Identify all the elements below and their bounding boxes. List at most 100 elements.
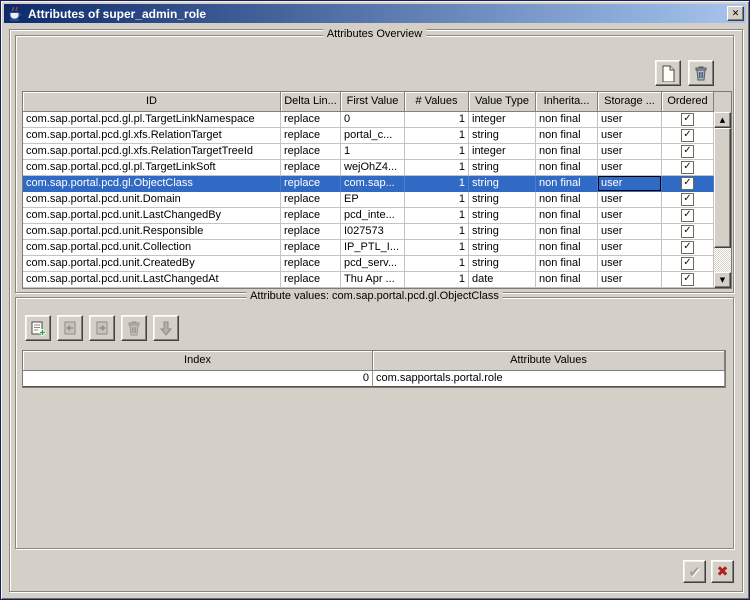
cell-delta-link: replace <box>281 192 341 208</box>
cell-ordered: ✓ <box>662 160 714 176</box>
value-forward-button <box>89 315 115 341</box>
column-header-num-values[interactable]: # Values <box>405 92 469 112</box>
ordered-checkbox[interactable]: ✓ <box>681 257 694 270</box>
cell-inheritance: non final <box>536 256 598 272</box>
table-row[interactable]: com.sap.portal.pcd.gl.xfs.RelationTarget… <box>23 128 731 144</box>
cell-inheritance: non final <box>536 160 598 176</box>
cell-value-type: string <box>469 176 536 192</box>
ordered-checkbox[interactable]: ✓ <box>681 209 694 222</box>
column-header-delta-link[interactable]: Delta Lin... <box>281 92 341 112</box>
ordered-checkbox[interactable]: ✓ <box>681 161 694 174</box>
cell-delta-link: replace <box>281 176 341 192</box>
delete-attribute-button[interactable] <box>688 60 714 86</box>
cell-id: com.sap.portal.pcd.unit.Responsible <box>23 224 281 240</box>
ordered-checkbox[interactable]: ✓ <box>681 273 694 286</box>
move-value-down-button <box>153 315 179 341</box>
cell-first-value: IP_PTL_I... <box>341 240 405 256</box>
cell-num-values: 1 <box>405 224 469 240</box>
cell-id: com.sap.portal.pcd.gl.pl.TargetLinkNames… <box>23 112 281 128</box>
ordered-checkbox[interactable]: ✓ <box>681 145 694 158</box>
ordered-checkbox[interactable]: ✓ <box>681 177 694 190</box>
scrollbar-track[interactable] <box>714 128 731 272</box>
up-arrow-icon: ▲ <box>720 116 725 124</box>
vertical-scrollbar[interactable]: ▲ ▼ <box>714 112 731 288</box>
scroll-down-button[interactable]: ▼ <box>714 272 731 288</box>
ok-button: ✔ <box>683 560 706 583</box>
column-header-inheritance[interactable]: Inherita... <box>536 92 598 112</box>
check-icon: ✓ <box>683 146 691 156</box>
window-title: Attributes of super_admin_role <box>28 7 727 21</box>
attributes-overview-group: Attributes Overview <box>15 35 734 293</box>
ordered-checkbox[interactable]: ✓ <box>681 193 694 206</box>
column-header-value-type[interactable]: Value Type <box>469 92 536 112</box>
table-row[interactable]: com.sap.portal.pcd.gl.pl.TargetLinkSoftr… <box>23 160 731 176</box>
new-attribute-button[interactable] <box>655 60 681 86</box>
check-icon: ✓ <box>683 194 691 204</box>
dialog-buttons: ✔ ✖ <box>683 560 734 583</box>
cell-ordered: ✓ <box>662 112 714 128</box>
cell-inheritance: non final <box>536 176 598 192</box>
check-icon: ✓ <box>683 162 691 172</box>
cancel-x-icon: ✖ <box>717 564 729 580</box>
values-group-title: Attribute values: com.sap.portal.pcd.gl.… <box>246 290 503 302</box>
table-row[interactable]: com.sap.portal.pcd.unit.Responsiblerepla… <box>23 224 731 240</box>
cell-num-values: 1 <box>405 192 469 208</box>
check-icon: ✓ <box>683 114 691 124</box>
column-header-ordered[interactable]: Ordered <box>662 92 714 112</box>
cell-first-value: wejOhZ4... <box>341 160 405 176</box>
column-header-storage[interactable]: Storage ... <box>598 92 662 112</box>
cell-inheritance: non final <box>536 144 598 160</box>
cell-id: com.sap.portal.pcd.gl.xfs.RelationTarget <box>23 128 281 144</box>
table-row[interactable]: com.sap.portal.pcd.unit.DomainreplaceEP1… <box>23 192 731 208</box>
cell-value-type: string <box>469 160 536 176</box>
table-header-row: IDDelta Lin...First Value# ValuesValue T… <box>23 92 731 112</box>
cell-num-values: 1 <box>405 272 469 288</box>
title-bar[interactable]: Attributes of super_admin_role ✕ <box>4 4 746 23</box>
table-row[interactable]: com.sap.portal.pcd.unit.CreatedByreplace… <box>23 256 731 272</box>
cell-storage: user <box>598 176 662 192</box>
cell-storage: user <box>598 144 662 160</box>
add-value-button[interactable] <box>25 315 51 341</box>
column-header-attribute-values[interactable]: Attribute Values <box>373 351 725 371</box>
table-row[interactable]: com.sap.portal.pcd.unit.Collectionreplac… <box>23 240 731 256</box>
close-button[interactable]: ✕ <box>727 6 744 21</box>
document-arrow-right-icon <box>93 319 111 337</box>
ordered-checkbox[interactable]: ✓ <box>681 129 694 142</box>
cell-delta-link: replace <box>281 144 341 160</box>
ordered-checkbox[interactable]: ✓ <box>681 113 694 126</box>
table-row[interactable]: com.sap.portal.pcd.unit.LastChangedAtrep… <box>23 272 731 288</box>
cell-value-type: string <box>469 240 536 256</box>
table-row[interactable]: com.sap.portal.pcd.unit.LastChangedByrep… <box>23 208 731 224</box>
cell-delta-link: replace <box>281 160 341 176</box>
ordered-checkbox[interactable]: ✓ <box>681 225 694 238</box>
ordered-checkbox[interactable]: ✓ <box>681 241 694 254</box>
table-row[interactable]: com.sap.portal.pcd.gl.xfs.RelationTarget… <box>23 144 731 160</box>
cell-ordered: ✓ <box>662 240 714 256</box>
column-header-first-value[interactable]: First Value <box>341 92 405 112</box>
values-row[interactable]: 0com.sapportals.portal.role <box>23 371 725 387</box>
check-icon: ✓ <box>683 178 691 188</box>
document-arrow-left-icon <box>61 319 79 337</box>
cell-ordered: ✓ <box>662 192 714 208</box>
cell-first-value: portal_c... <box>341 128 405 144</box>
cell-first-value: EP <box>341 192 405 208</box>
cell-inheritance: non final <box>536 240 598 256</box>
cell-first-value: 0 <box>341 112 405 128</box>
cell-ordered: ✓ <box>662 256 714 272</box>
column-header-index[interactable]: Index <box>23 351 373 371</box>
scrollbar-thumb[interactable] <box>714 128 731 248</box>
cell-first-value: pcd_inte... <box>341 208 405 224</box>
column-header-id[interactable]: ID <box>23 92 281 112</box>
table-row[interactable]: com.sap.portal.pcd.gl.ObjectClassreplace… <box>23 176 731 192</box>
cell-value-type: date <box>469 272 536 288</box>
cell-storage: user <box>598 272 662 288</box>
cell-inheritance: non final <box>536 192 598 208</box>
check-icon: ✓ <box>683 274 691 284</box>
cell-ordered: ✓ <box>662 128 714 144</box>
cancel-button[interactable]: ✖ <box>711 560 734 583</box>
table-row[interactable]: com.sap.portal.pcd.gl.pl.TargetLinkNames… <box>23 112 731 128</box>
attribute-values-group: Attribute values: com.sap.portal.pcd.gl.… <box>15 297 734 549</box>
scroll-up-button[interactable]: ▲ <box>714 112 731 128</box>
value-back-button <box>57 315 83 341</box>
cell-storage: user <box>598 240 662 256</box>
